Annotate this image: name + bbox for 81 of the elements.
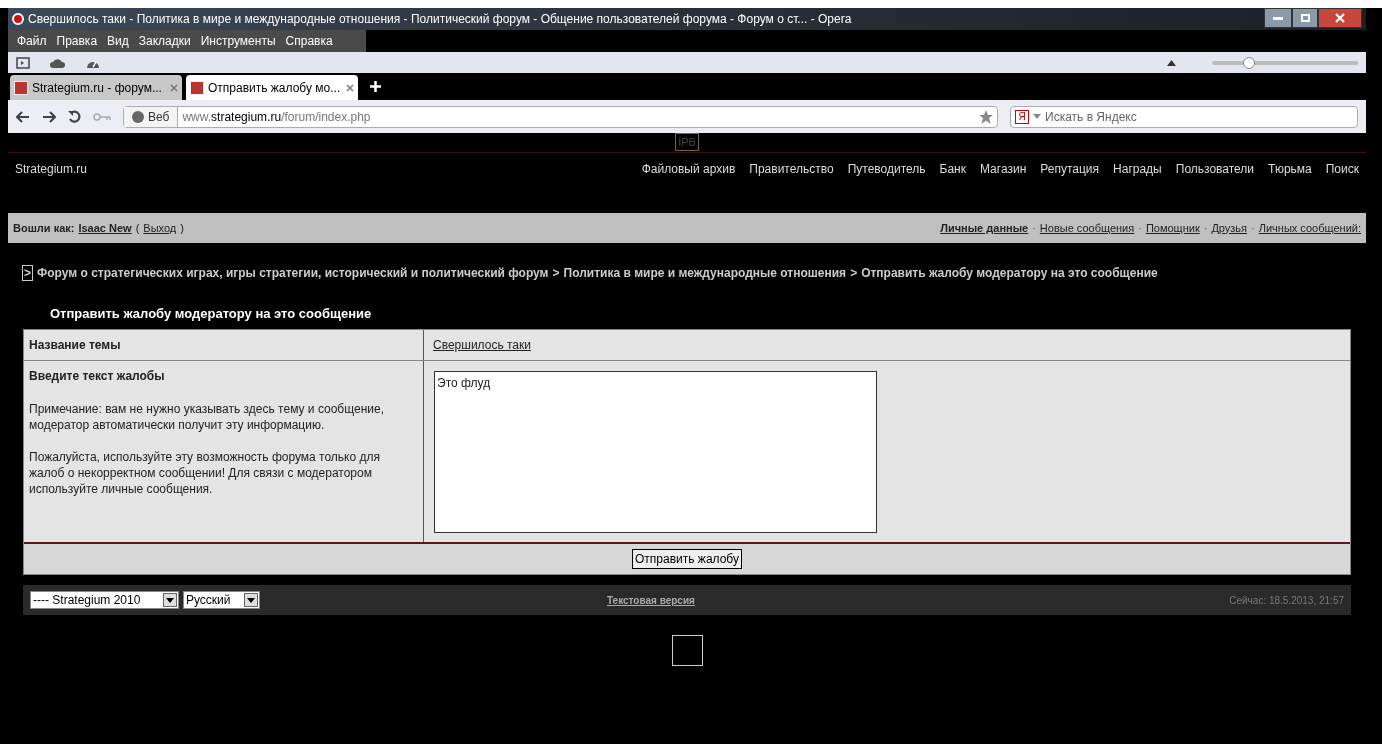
site-name[interactable]: Strategium.ru xyxy=(15,160,88,178)
reload-icon[interactable] xyxy=(68,110,81,123)
nav-link[interactable]: Правительство xyxy=(749,160,834,178)
text-version-link[interactable]: Текстовая версия xyxy=(607,592,695,608)
menu-item[interactable]: Файл xyxy=(12,32,52,50)
topic-label: Название темы xyxy=(29,338,121,352)
close-button[interactable] xyxy=(1318,8,1362,28)
select-field[interactable]: ---- Strategium 2010 xyxy=(30,591,179,609)
opera-logo-icon xyxy=(12,13,24,25)
web-badge[interactable]: Веб xyxy=(124,106,179,127)
link-separator: · xyxy=(1251,220,1255,236)
site-favicon-icon xyxy=(14,80,28,95)
nav-link[interactable]: Тюрьма xyxy=(1268,160,1312,178)
close-tab-icon[interactable] xyxy=(170,83,178,92)
user-menu-link[interactable]: Помощник xyxy=(1145,219,1200,237)
dropdown-arrow-icon[interactable] xyxy=(1033,114,1041,119)
breadcrumb-marker: > xyxy=(22,265,33,281)
search-field[interactable]: Я Искать в Яндекс xyxy=(1010,105,1358,128)
nav-link[interactable]: Репутация xyxy=(1040,160,1100,178)
menu-item[interactable]: Справка xyxy=(280,32,338,50)
tab-label: Strategium.ru - форум... xyxy=(32,79,163,97)
forward-icon[interactable] xyxy=(42,110,56,123)
menu-item[interactable]: Вид xyxy=(102,32,134,50)
window-title: Свершилось таки - Политика в мире и международные отношения - Политический форум - Общение пользователей форума - Форум о ст... - Opera xyxy=(28,11,853,28)
breadcrumb-separator: > xyxy=(850,265,858,282)
panel-icon[interactable] xyxy=(16,56,30,69)
search-input[interactable]: Искать в Яндекс xyxy=(1045,107,1353,126)
link-separator: · xyxy=(1138,220,1142,236)
minimize-button[interactable] xyxy=(1264,8,1292,28)
collapse-arrow-icon[interactable] xyxy=(1167,59,1176,66)
current-time: Сейчас: 18.5.2013, 21:57 xyxy=(1229,593,1344,608)
nav-link[interactable]: Награды xyxy=(1113,160,1162,178)
menu-item[interactable]: Правка xyxy=(51,32,103,50)
tab-label: Отправить жалобу мо... xyxy=(208,79,342,97)
url-text: www.strategium.ru/forum/index.php xyxy=(181,108,372,126)
complaint-text-field[interactable]: Это флуд xyxy=(434,371,877,533)
link-separator: · xyxy=(1032,220,1036,236)
site-favicon-icon xyxy=(190,80,204,95)
new-tab-icon[interactable] xyxy=(370,81,381,92)
empty-frame xyxy=(671,635,703,666)
close-icon xyxy=(1335,13,1345,23)
menu-item[interactable]: Инструменты xyxy=(195,32,281,50)
breadcrumb-link[interactable]: Политика в мире и международные отношения xyxy=(563,264,847,282)
text-label: Введите текст жалобы xyxy=(29,368,166,385)
cloud-icon[interactable] xyxy=(50,57,66,68)
nav-link[interactable]: Файловый архив xyxy=(641,160,736,178)
user-menu-link[interactable]: Друзья xyxy=(1211,219,1248,237)
breadcrumb-link[interactable]: Форум о стратегических играх, игры стратегии, исторический и политический форум xyxy=(37,264,549,282)
user-link[interactable]: Isaac New xyxy=(78,219,132,237)
star-icon[interactable] xyxy=(979,109,993,124)
address-field[interactable]: Веб www.strategium.ru/forum/index.php xyxy=(123,105,998,128)
nav-link[interactable]: Путеводитель xyxy=(847,160,926,178)
link-separator: · xyxy=(1203,220,1208,236)
paren-text: ( xyxy=(135,220,140,236)
close-tab-icon[interactable] xyxy=(346,83,354,92)
menu-item[interactable]: Закладки xyxy=(133,32,196,50)
login-label: Вошли как: xyxy=(13,220,75,236)
browser-tab[interactable]: Strategium.ru - форум... xyxy=(10,75,182,100)
browser-tab[interactable]: Отправить жалобу мо... xyxy=(186,75,358,100)
user-menu-link[interactable]: Личные данные xyxy=(940,219,1029,237)
form-title: Отправить жалобу модератору на это сообщение xyxy=(50,305,372,324)
back-icon[interactable] xyxy=(16,110,30,123)
nav-link[interactable]: Банк xyxy=(939,160,966,178)
zoom-slider-thumb[interactable] xyxy=(1242,56,1255,69)
maximize-button[interactable] xyxy=(1292,8,1318,28)
nav-link[interactable]: Магазин xyxy=(980,160,1027,178)
note-text: Пожалуйста, используйте эту возможность форума только для жалоб о некорректном сообщении! Для связи с модератором используйте личные сообщения. xyxy=(29,449,381,497)
user-menu-link[interactable]: Новые сообщения xyxy=(1039,219,1135,237)
topic-link[interactable]: Свершилось таки xyxy=(433,338,531,352)
submit-button[interactable]: Отправить жалобу xyxy=(632,549,742,569)
note-text: Примечание: вам не нужно указывать здесь тему и сообщение, модератор автоматически получит эту информацию. xyxy=(29,401,385,433)
select-field[interactable]: Русский xyxy=(183,591,260,609)
user-menu-link[interactable]: Личных сообщений: xyxy=(1258,219,1361,237)
logo-box: IPB xyxy=(675,133,699,151)
logout-link[interactable]: Выход xyxy=(143,219,177,237)
globe-icon xyxy=(132,110,144,123)
nav-link[interactable]: Пользователи xyxy=(1175,160,1255,178)
search-engine-badge[interactable]: Я xyxy=(1015,109,1029,124)
nav-link[interactable]: Поиск xyxy=(1325,160,1359,178)
breadcrumb-separator: > xyxy=(552,265,560,282)
paren-text: ) xyxy=(180,220,184,236)
